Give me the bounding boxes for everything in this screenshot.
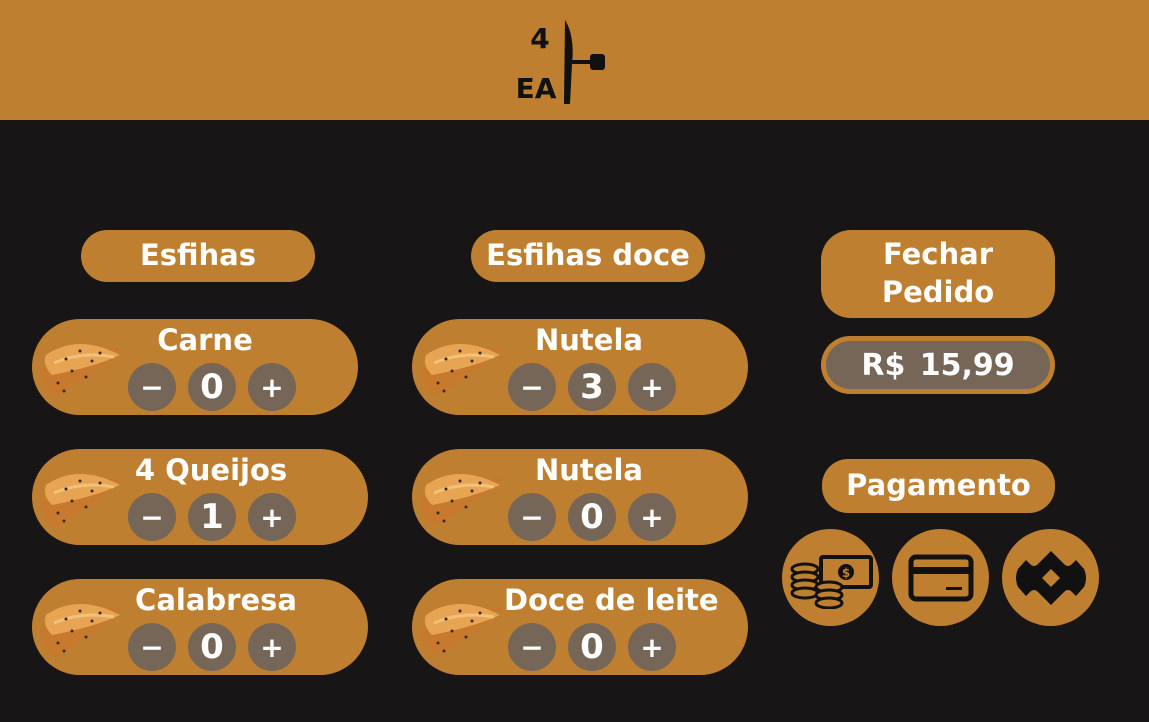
product-card-4-queijos: 4 Queijos − 1 + [32,449,368,545]
close-order-line2: Pedido [881,275,995,309]
increase-button[interactable]: + [248,623,296,671]
product-name: Calabresa [135,583,297,617]
pix-icon [1015,550,1086,605]
product-card-nutela-2: Nutela − 0 + [412,449,748,545]
header-bar: 4 EA [0,0,1149,120]
product-name: Nutela [535,453,643,487]
product-name: Nutela [535,323,643,357]
cash-icon: $ [790,554,873,609]
quantity-value: 1 [188,493,236,541]
savory-section-title: Esfihas [81,230,315,282]
pay-pix-button[interactable] [1002,529,1099,626]
quantity-value: 0 [568,623,616,671]
quantity-value: 0 [188,363,236,411]
product-name: Doce de leite [504,583,719,617]
decrease-button[interactable]: − [128,363,176,411]
decrease-button[interactable]: − [128,623,176,671]
close-order-line1: Fechar [882,237,993,272]
esfiha-image [36,331,128,403]
esfiha-image [416,591,508,663]
pay-cash-button[interactable]: $ [782,529,879,626]
increase-button[interactable]: + [628,493,676,541]
logo-number: 4 [530,22,549,55]
increase-button[interactable]: + [248,363,296,411]
decrease-button[interactable]: − [508,493,556,541]
quantity-value: 0 [188,623,236,671]
logo: 4 EA [516,20,605,105]
logo-letters: EA [516,72,557,105]
decrease-button[interactable]: − [128,493,176,541]
product-name: Carne [157,323,253,357]
close-order-button[interactable]: Fechar Pedido [821,230,1055,318]
decrease-button[interactable]: − [508,363,556,411]
order-total-value: R$ 15,99 [826,341,1050,389]
product-card-calabresa: Calabresa − 0 + [32,579,368,675]
sweet-section-title: Esfihas doce [471,230,705,282]
svg-text:$: $ [841,566,849,580]
esfiha-image [36,461,128,533]
product-name: 4 Queijos [134,453,288,487]
quantity-value: 3 [568,363,616,411]
esfiha-image [416,331,508,403]
fork-handle-icon [566,60,590,64]
order-total: R$ 15,99 [821,336,1055,394]
quantity-value: 0 [568,493,616,541]
pay-card-button[interactable] [892,529,989,626]
increase-button[interactable]: + [628,623,676,671]
fork-icon [590,54,605,70]
payment-title: Pagamento [822,459,1055,513]
increase-button[interactable]: + [628,363,676,411]
esfiha-image [416,461,508,533]
credit-card-icon [908,554,973,601]
product-card-doce-de-leite: Doce de leite − 0 + [412,579,748,675]
decrease-button[interactable]: − [508,623,556,671]
increase-button[interactable]: + [248,493,296,541]
product-card-carne: Carne − 0 + [32,319,358,415]
product-card-nutela-1: Nutela − 3 + [412,319,748,415]
esfiha-image [36,591,128,663]
